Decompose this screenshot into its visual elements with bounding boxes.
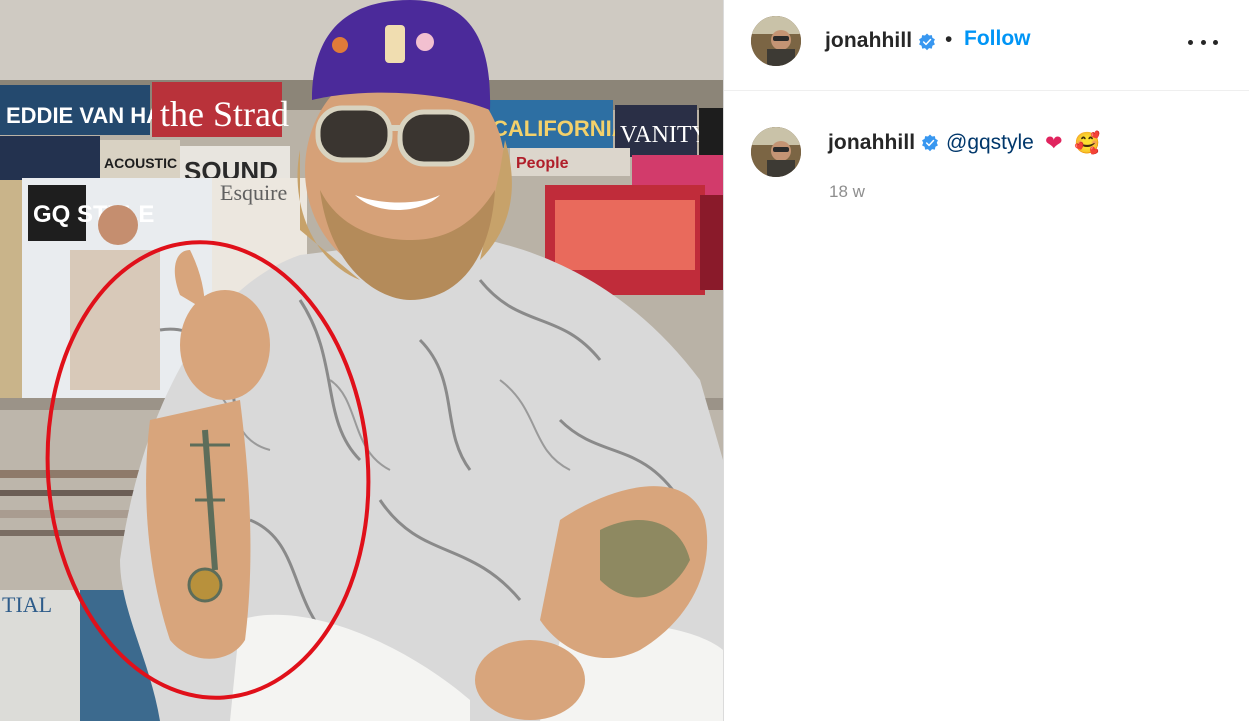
username-link[interactable]: jonahhill — [825, 29, 912, 53]
dot-icon — [1188, 39, 1193, 45]
post-photo[interactable]: EDDIE VAN HALEN the Strad CALIFORNIA VAN… — [0, 0, 723, 721]
post-sidebar: jonahhill • Follow jonahhill @gqstyle ❤ … — [723, 0, 1249, 721]
caption-avatar[interactable] — [751, 127, 801, 177]
profile-avatar[interactable] — [751, 16, 801, 66]
separator-dot: • — [945, 28, 953, 51]
follow-button[interactable]: Follow — [964, 27, 1031, 51]
caption-username-link[interactable]: jonahhill — [828, 131, 915, 155]
mention-link[interactable]: @gqstyle — [946, 131, 1034, 155]
post-timestamp[interactable]: 18 w — [829, 182, 865, 202]
dot-icon — [1200, 39, 1206, 45]
magazine-label: People — [516, 155, 569, 172]
magazine-label: the Strad — [160, 94, 289, 134]
magazine-label: VANITY — [620, 122, 709, 148]
verified-badge-icon — [919, 33, 935, 51]
post-header: jonahhill • Follow — [724, 0, 1249, 91]
magazine-label: CALIFORNIA — [492, 116, 628, 141]
magazine-label: Esquire — [220, 180, 287, 205]
smiling-face-emoji-icon: 🥰 — [1074, 131, 1101, 155]
svg-text:TIAL: TIAL — [2, 592, 52, 617]
photo-illustration: EDDIE VAN HALEN the Strad CALIFORNIA VAN… — [0, 0, 723, 721]
dot-icon — [1213, 39, 1218, 45]
heart-emoji-icon: ❤ — [1045, 131, 1063, 155]
verified-badge-icon — [922, 134, 938, 152]
more-options-icon[interactable] — [1188, 28, 1218, 56]
